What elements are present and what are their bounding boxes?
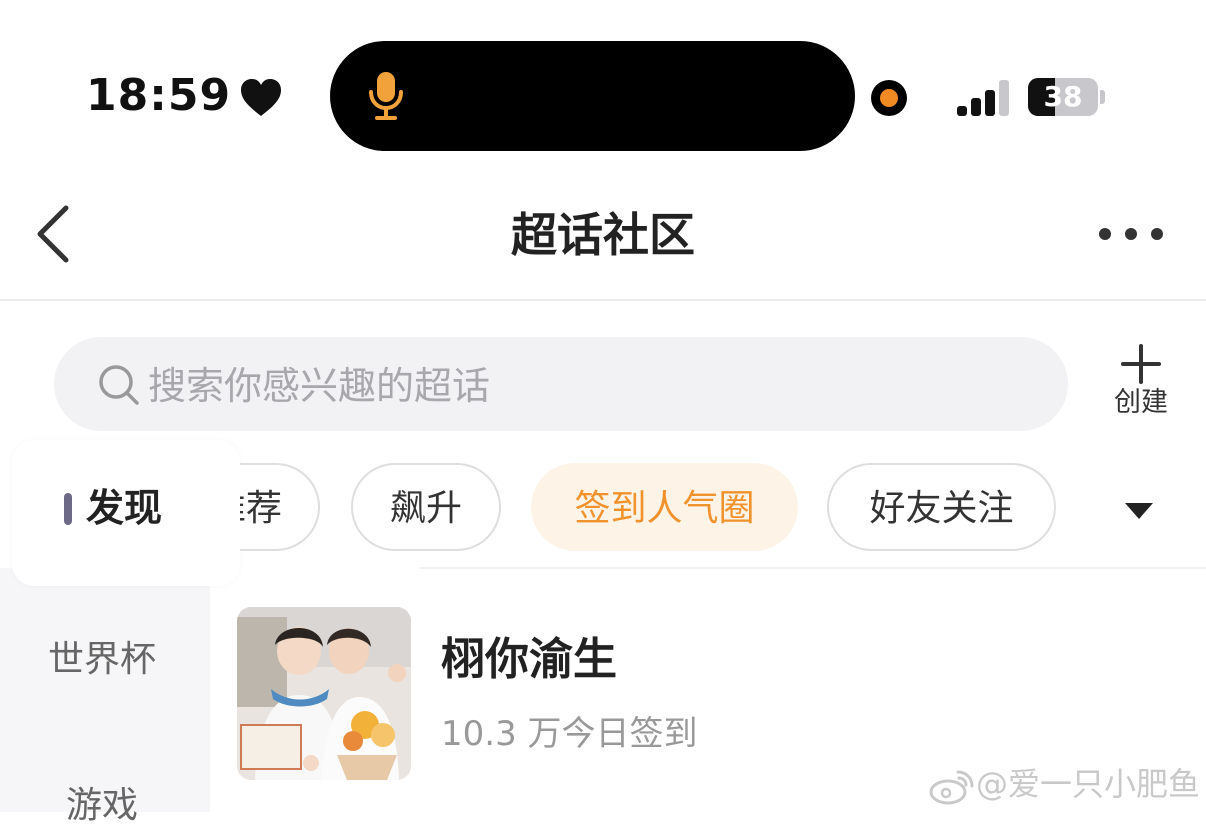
microphone-icon	[369, 72, 403, 120]
status-time: 18:59	[86, 70, 232, 121]
sidebar-item-worldcup[interactable]: 世界杯	[48, 636, 156, 684]
recording-dot-icon	[871, 80, 907, 116]
nav-divider	[0, 299, 1206, 301]
topic-checkin-count: 10.3 万今日签到	[441, 714, 698, 754]
search-input[interactable]	[148, 356, 1028, 416]
signal-bar	[957, 106, 967, 116]
tabs-divider	[420, 567, 1206, 569]
tab-checkin-popular[interactable]: 签到人气圈	[531, 463, 798, 551]
sidebar-item-games[interactable]: 游戏	[66, 782, 138, 830]
watermark-text: @爱一只小肥鱼	[976, 765, 1201, 803]
signal-bar	[985, 90, 995, 116]
battery-level: 38	[1043, 80, 1083, 113]
signal-bar	[999, 80, 1009, 116]
signal-bar	[971, 98, 981, 116]
tab-friends-follow[interactable]: 好友关注	[827, 463, 1056, 551]
topic-title[interactable]: 栩你渝生	[441, 630, 617, 690]
sidebar-item-label: 发现	[86, 486, 163, 530]
weibo-icon	[929, 770, 974, 805]
tab-strip: 推荐 飙升 签到人气圈 好友关注	[240, 455, 1110, 565]
caret-down-icon[interactable]	[1124, 502, 1154, 520]
tab-recommend[interactable]: 推荐	[240, 463, 320, 551]
heart-icon	[241, 79, 281, 116]
create-label: 创建	[1114, 387, 1168, 418]
create-button[interactable]: 创建	[1106, 344, 1176, 424]
plus-icon	[1121, 344, 1161, 384]
dynamic-island	[330, 41, 855, 151]
page-title: 超话社区	[511, 208, 695, 262]
selected-indicator	[64, 493, 72, 525]
watermark: @爱一只小肥鱼	[928, 760, 1201, 808]
topic-thumbnail[interactable]	[237, 607, 411, 780]
signal-icon	[957, 80, 1009, 116]
search-icon	[99, 365, 139, 405]
category-sidebar	[0, 568, 210, 812]
tab-rising[interactable]: 飙升	[351, 463, 501, 551]
battery-icon: 38	[1028, 78, 1110, 116]
more-dots-icon[interactable]	[1096, 224, 1166, 244]
